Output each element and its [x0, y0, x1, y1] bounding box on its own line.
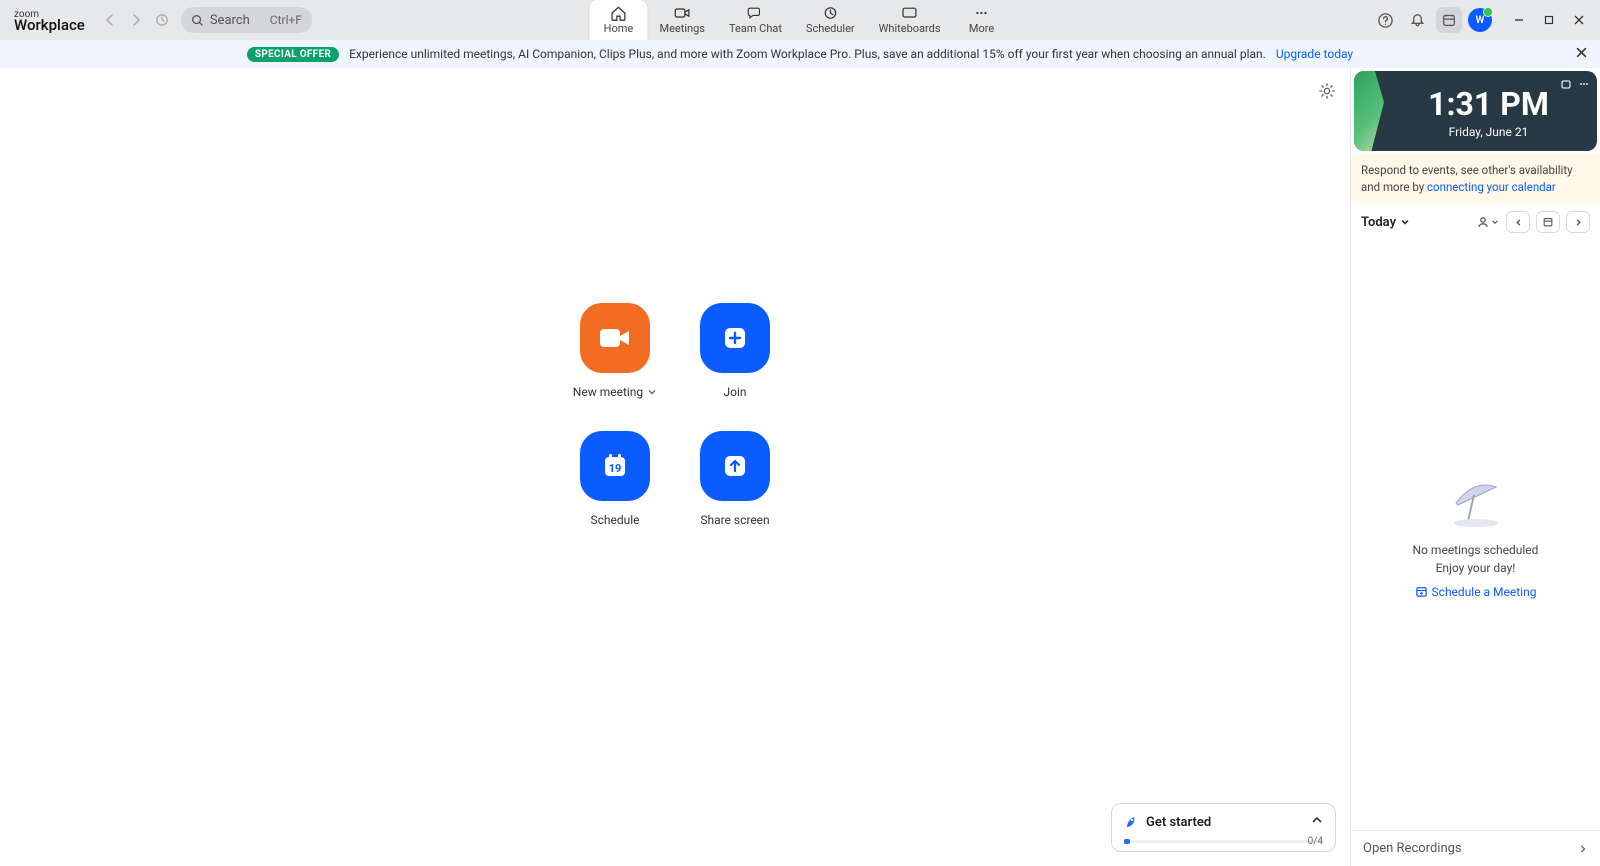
action-schedule: 19 Schedule: [555, 431, 675, 551]
new-meeting-button[interactable]: [580, 303, 650, 373]
promo-banner: SPECIAL OFFER Experience unlimited meeti…: [0, 40, 1600, 68]
tab-meetings[interactable]: Meetings: [647, 0, 716, 40]
notifications-button[interactable]: [1404, 7, 1430, 33]
share-screen-button[interactable]: [700, 431, 770, 501]
video-camera-icon: [598, 325, 632, 351]
tab-team-chat[interactable]: Team Chat: [717, 0, 794, 40]
promo-link[interactable]: Upgrade today: [1276, 47, 1353, 61]
tab-more[interactable]: More: [953, 0, 1011, 40]
connect-calendar-link[interactable]: connecting your calendar: [1427, 180, 1556, 194]
chevron-right-icon: [1578, 844, 1588, 854]
calendar-toolbar: Today: [1351, 203, 1600, 241]
get-started-title: Get started: [1146, 815, 1211, 830]
get-started-panel[interactable]: Get started 0/4: [1111, 803, 1336, 852]
clock-minimize-button[interactable]: [1559, 77, 1573, 95]
today-dropdown[interactable]: Today: [1361, 215, 1410, 230]
plus-icon: [721, 324, 749, 352]
nav-back-button[interactable]: [97, 7, 123, 33]
empty-line1: No meetings scheduled: [1413, 543, 1539, 557]
clock-icon: [820, 5, 840, 21]
more-icon: [972, 5, 992, 21]
window-maximize-button[interactable]: [1536, 7, 1562, 33]
calendar-icon: 19: [600, 451, 630, 481]
tab-whiteboards[interactable]: Whiteboards: [867, 0, 953, 40]
promo-badge: SPECIAL OFFER: [247, 47, 339, 62]
nav-forward-button[interactable]: [123, 7, 149, 33]
clock-date: Friday, June 21: [1390, 125, 1587, 139]
calendar-plus-icon: [1415, 585, 1428, 598]
tab-home[interactable]: Home: [589, 0, 647, 40]
window-close-button[interactable]: [1566, 7, 1592, 33]
help-button[interactable]: [1372, 7, 1398, 33]
search-shortcut: Ctrl+F: [270, 13, 302, 27]
clock-more-button[interactable]: [1577, 77, 1591, 95]
svg-text:19: 19: [609, 462, 622, 475]
main-tabs: Home Meetings Team Chat Scheduler Whiteb…: [589, 0, 1010, 40]
titlebar: zoom Workplace Search Ctrl+F Home Meetin…: [0, 0, 1600, 40]
people-filter-button[interactable]: [1476, 211, 1500, 233]
schedule-meeting-link[interactable]: Schedule a Meeting: [1415, 585, 1537, 599]
empty-line2: Enjoy your day!: [1436, 561, 1516, 575]
settings-button[interactable]: [1318, 82, 1336, 104]
calendar-prev-button[interactable]: [1506, 211, 1530, 233]
video-icon: [672, 5, 692, 21]
join-button[interactable]: [700, 303, 770, 373]
action-new-meeting: New meeting: [555, 303, 675, 423]
calendar-button[interactable]: [1436, 7, 1462, 33]
search-input[interactable]: Search Ctrl+F: [181, 7, 312, 33]
calendar-sidebar: 1:31 PM Friday, June 21 Respond to event…: [1350, 68, 1600, 866]
rocket-icon: [1124, 814, 1140, 830]
titlebar-right: W: [1372, 7, 1592, 33]
promo-text: Experience unlimited meetings, AI Compan…: [349, 47, 1266, 61]
action-share-screen: Share screen: [675, 431, 795, 551]
chat-icon: [745, 5, 765, 21]
search-placeholder: Search: [210, 13, 250, 28]
action-join: Join: [675, 303, 795, 423]
quick-actions: New meeting Join 19 Schedule: [555, 303, 795, 551]
chevron-down-icon: [1400, 217, 1410, 227]
search-icon: [191, 14, 204, 27]
calendar-today-button[interactable]: [1536, 211, 1560, 233]
home-main: New meeting Join 19 Schedule: [0, 68, 1350, 866]
chevron-up-icon: [1311, 814, 1323, 830]
get-started-progress: 0/4: [1124, 840, 1323, 843]
whiteboard-icon: [900, 5, 920, 21]
calendar-empty-state: No meetings scheduled Enjoy your day! Sc…: [1351, 241, 1600, 830]
open-recordings-button[interactable]: Open Recordings: [1351, 830, 1600, 866]
connect-calendar-message: Respond to events, see other's availabil…: [1351, 154, 1600, 203]
chevron-down-icon[interactable]: [647, 387, 657, 397]
clock-card: 1:31 PM Friday, June 21: [1354, 71, 1597, 151]
home-icon: [608, 5, 628, 21]
promo-close-button[interactable]: [1575, 46, 1588, 62]
schedule-button[interactable]: 19: [580, 431, 650, 501]
history-button[interactable]: [149, 7, 175, 33]
arrow-up-icon: [721, 452, 749, 480]
calendar-next-button[interactable]: [1566, 211, 1590, 233]
window-minimize-button[interactable]: [1506, 7, 1532, 33]
umbrella-icon: [1438, 473, 1514, 529]
clock-time: 1:31 PM: [1390, 85, 1587, 123]
tab-scheduler[interactable]: Scheduler: [794, 0, 867, 40]
app-logo: zoom Workplace: [14, 10, 85, 30]
profile-avatar[interactable]: W: [1468, 8, 1492, 32]
leaf-decoration: [1354, 71, 1384, 151]
